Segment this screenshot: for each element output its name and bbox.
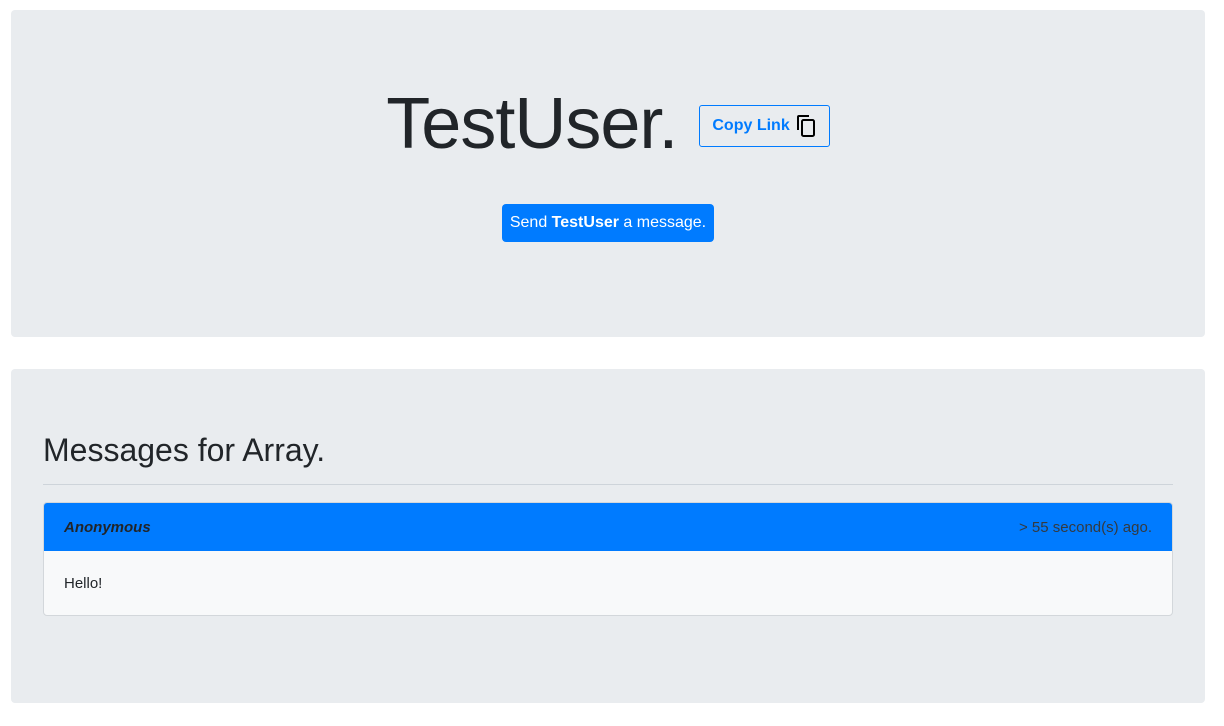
- copy-link-label: Copy Link: [712, 117, 790, 134]
- copy-icon: [795, 114, 817, 138]
- send-message-button[interactable]: Send TestUser a message.: [502, 204, 714, 242]
- message-sender: Anonymous: [64, 518, 151, 536]
- message-card-header: Anonymous > 55 second(s) ago.: [44, 503, 1172, 551]
- messages-panel: Messages for Array. Anonymous > 55 secon…: [11, 369, 1205, 703]
- message-card: Anonymous > 55 second(s) ago. Hello!: [43, 502, 1173, 616]
- page-title: TestUser.: [386, 84, 678, 164]
- send-username: TestUser: [551, 214, 619, 231]
- copy-link-button[interactable]: Copy Link: [699, 105, 830, 147]
- message-timestamp: > 55 second(s) ago.: [1018, 518, 1152, 536]
- message-body: Hello!: [64, 574, 103, 592]
- title-row: TestUser. Copy Link: [11, 88, 1205, 160]
- send-prefix: Send: [509, 214, 552, 231]
- profile-panel: TestUser. Copy Link Send TestUser a mess…: [11, 10, 1205, 337]
- send-suffix: a message.: [618, 214, 707, 231]
- heading-divider: [43, 484, 1173, 485]
- messages-heading: Messages for Array.: [43, 432, 326, 468]
